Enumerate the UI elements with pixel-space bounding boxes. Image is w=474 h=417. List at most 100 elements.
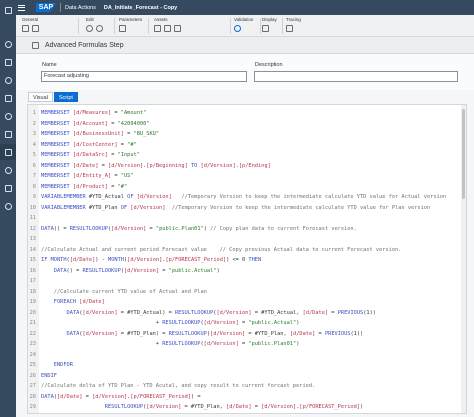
- connections-icon[interactable]: [0, 180, 16, 196]
- name-input[interactable]: Forecast adjusting: [41, 71, 247, 82]
- data-analyzer-icon[interactable]: [0, 126, 16, 142]
- code-line: 13: [28, 234, 463, 245]
- copy-icon[interactable]: [154, 25, 161, 32]
- line-number: 28: [29, 393, 36, 400]
- code-line: 27 //Calculate delta of YTD Plan - YTD Ac…: [28, 381, 463, 392]
- code-text: DATA() = RESULTLOOKUP([d/Version] = "pub…: [41, 225, 357, 232]
- left-nav: [0, 0, 16, 417]
- toolbar-divider: [148, 18, 149, 34]
- stories-icon[interactable]: [0, 54, 16, 70]
- code-text: MEMBERSET [d/CostCenter] = "#": [41, 141, 137, 148]
- app-name: Data Actions: [65, 4, 96, 11]
- line-number: 19: [29, 299, 36, 305]
- tab-script[interactable]: Script: [53, 92, 78, 102]
- line-number: 3: [32, 131, 36, 137]
- code-text: MEMBERSET [d/Product] = "#": [41, 183, 128, 190]
- step-title: Advanced Formulas Step: [45, 41, 124, 49]
- modeler-icon[interactable]: [0, 108, 16, 124]
- tracing-icon[interactable]: [286, 25, 293, 32]
- toolbar: General Edit Parameters Assets Validatio…: [16, 15, 474, 37]
- line-number: 6: [32, 162, 36, 169]
- toolbar-divider: [78, 18, 79, 34]
- line-number: 5: [32, 152, 36, 158]
- code-text: DATA([d/Date] = [d/Version].[p/FORECAST_…: [41, 393, 201, 400]
- code-line: 10 VARIABLEMEMBER #YTD_Plan OF [d/Version…: [28, 203, 463, 214]
- code-line: 24: [28, 350, 463, 361]
- digital-boardroom-icon[interactable]: [0, 90, 16, 106]
- code-line: 26 ENDIF: [28, 371, 463, 382]
- toolbar-divider: [230, 18, 231, 34]
- analytic-app-icon[interactable]: [0, 72, 16, 88]
- paste-icon[interactable]: [164, 25, 171, 32]
- code-text: IF MONTH([d/Date]) - MONTH([d/Version].[…: [41, 257, 262, 263]
- display-icon[interactable]: [262, 25, 269, 32]
- security-icon[interactable]: [0, 198, 16, 214]
- line-number: 18: [29, 288, 36, 295]
- save-icon[interactable]: [22, 25, 29, 32]
- description-label: Description: [255, 62, 283, 68]
- description-input[interactable]: [254, 71, 458, 82]
- tab-visual[interactable]: Visual: [28, 92, 53, 102]
- line-number: 11: [29, 215, 36, 221]
- code-line: 4 MEMBERSET [d/CostCenter] = "#": [28, 140, 463, 151]
- code-text: DATA([d/Version] = #YTD_Actual) = RESULT…: [66, 309, 376, 316]
- line-number: 12: [29, 225, 36, 232]
- step-header: Advanced Formulas Step: [16, 37, 474, 54]
- undo-icon[interactable]: [86, 25, 93, 32]
- menu-icon[interactable]: [16, 0, 28, 15]
- code-text: VARIABLEMEMBER #YTD_Actual OF [d/Version…: [41, 194, 447, 200]
- code-text: RESULTLOOKUP([d/Version] = #YTD_Plan, [d…: [104, 404, 364, 410]
- code-line: 15 IF MONTH([d/Date]) - MONTH([d/Version]…: [28, 255, 463, 266]
- scrollbar-thumb[interactable]: [462, 109, 465, 199]
- code-text: VARIABLEMEMBER #YTD_Plan OF [d/Version] …: [41, 204, 431, 211]
- delete-icon[interactable]: [174, 25, 181, 32]
- calendar-icon[interactable]: [0, 162, 16, 178]
- toolbar-group-label: Parameters: [119, 17, 143, 22]
- code-line: 23 + RESULTLOOKUP([d/Version] = "public.…: [28, 339, 463, 350]
- save-as-icon[interactable]: [32, 25, 39, 32]
- app-root: SAP Data Actions DA_Initiate_Forecast - …: [0, 0, 474, 417]
- validate-icon[interactable]: [234, 25, 241, 32]
- home-icon[interactable]: [0, 2, 16, 18]
- line-number: 26: [29, 372, 36, 379]
- code-text: //Calculate Actual and current period Fo…: [41, 246, 402, 253]
- code-text: + RESULTLOOKUP([d/Version] = "public.Act…: [41, 320, 300, 326]
- code-line: 1 MEMBERSET [d/Measures] = "Amount": [28, 108, 463, 119]
- toolbar-group-label: Display: [262, 17, 277, 22]
- code-text: MEMBERSET [d/Account] = "42004000": [41, 120, 150, 127]
- code-text: //Calculate delta of YTD Plan - YTD Acut…: [41, 383, 316, 389]
- sap-logo[interactable]: SAP: [36, 3, 56, 12]
- line-number: 24: [29, 351, 36, 358]
- script-editor[interactable]: 1 MEMBERSET [d/Measures] = "Amount" 2 MEMBE…: [27, 104, 467, 414]
- code-line: 29 RESULTLOOKUP([d/Version] = #YTD_Plan,…: [28, 402, 463, 413]
- line-number: 25: [29, 362, 36, 368]
- code-text: MEMBERSET [d/BusinessUnit] = "BU_SKU": [41, 131, 160, 137]
- vertical-scrollbar[interactable]: [461, 105, 466, 413]
- toolbar-group-label: General: [22, 17, 39, 22]
- code-text: MEMBERSET [d/Date] = [d/Version].[p/Begi…: [41, 162, 271, 169]
- code-line: 12 DATA() = RESULTLOOKUP([d/Version] = "p…: [28, 224, 463, 235]
- code-text: - RESULTLOOKUP([d/Version] = #YTD_Actual…: [38, 413, 446, 414]
- code-line: 19 FOREACH [d/Date]: [28, 297, 463, 308]
- line-number: 9: [32, 194, 36, 200]
- code-text: ENDFOR: [53, 362, 73, 368]
- files-icon[interactable]: [0, 36, 16, 52]
- code-line: 20 DATA([d/Version] = #YTD_Actual) = RES…: [28, 308, 463, 319]
- redo-icon[interactable]: [96, 25, 103, 32]
- line-number: 10: [29, 204, 36, 211]
- code-line: 7 MEMBERSET [d/Entity_A] = "US": [28, 171, 463, 182]
- document-title[interactable]: DA_Initiate_Forecast - Copy: [104, 5, 177, 11]
- code-line: 6 MEMBERSET [d/Date] = [d/Version].[p/Beg…: [28, 161, 463, 172]
- code-line: 21 + RESULTLOOKUP([d/Version] = "public.…: [28, 318, 463, 329]
- line-number: 13: [29, 236, 36, 242]
- line-number: 23: [29, 341, 36, 347]
- line-number: 14: [29, 246, 36, 253]
- data-actions-icon[interactable]: [0, 144, 16, 160]
- code-line: 30 - RESULTLOOKUP([d/Version] = #YTD_Act…: [28, 413, 463, 414]
- parameter-icon[interactable]: [119, 25, 126, 32]
- line-number: 27: [29, 383, 36, 389]
- toolbar-divider: [282, 18, 283, 34]
- code-line: 25 ENDFOR: [28, 360, 463, 371]
- code-line: 9 VARIABLEMEMBER #YTD_Actual OF [d/Versio…: [28, 192, 463, 203]
- line-number: 22: [29, 330, 36, 337]
